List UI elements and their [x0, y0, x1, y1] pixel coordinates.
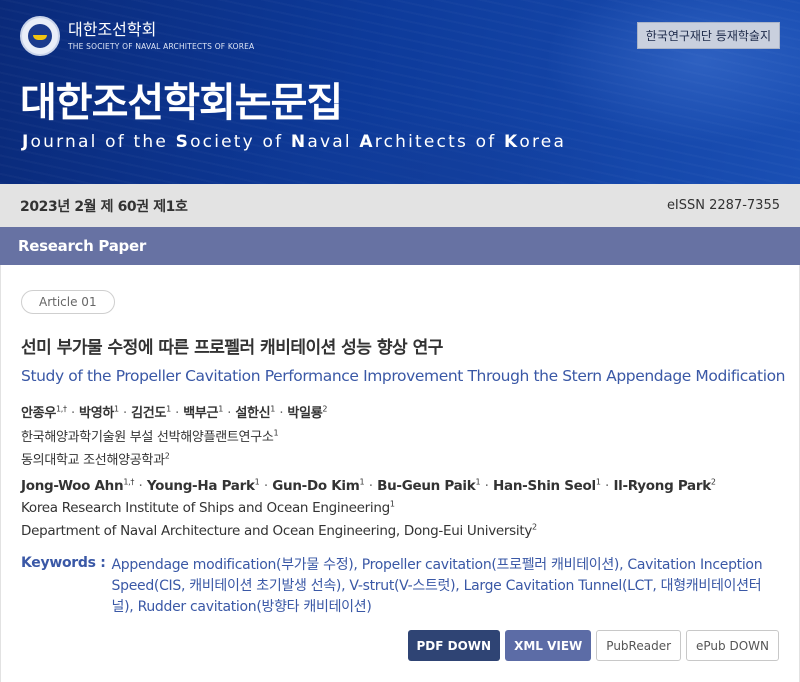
authors-en: Jong-Woo Ahn1,† · Young-Ha Park1 · Gun-D… — [21, 478, 716, 494]
accreditation-badge: 한국연구재단 등재학술지 — [636, 22, 780, 49]
author-name[interactable]: 백부근 — [183, 406, 218, 421]
author-name[interactable]: 박영하 — [79, 406, 114, 421]
journal-title-word: rchitects of — [374, 132, 504, 152]
author-affiliation-mark: 2 — [710, 477, 716, 487]
author-name[interactable]: Bu-Geun Paik — [377, 478, 476, 494]
author-separator: · — [263, 478, 268, 494]
author-name[interactable]: 안종우 — [21, 406, 56, 421]
pubreader-button[interactable]: PubReader — [596, 630, 682, 661]
xml-view-button[interactable]: XML VIEW — [505, 630, 592, 661]
author-name[interactable]: 박일룡 — [287, 406, 322, 421]
download-buttons: PDF DOWN XML VIEW PubReader ePub DOWN — [407, 630, 779, 661]
author-name[interactable]: Young-Ha Park — [147, 478, 255, 494]
author-affiliation-mark: 1,† — [123, 477, 135, 487]
author-separator: · — [279, 406, 284, 421]
society-name-en: THE SOCIETY OF NAVAL ARCHITECTS OF KOREA — [68, 42, 255, 51]
keyword-item[interactable]: Appendage modification(부가물 수정), — [112, 557, 362, 573]
author-separator: · — [368, 478, 373, 494]
society-seal-icon — [20, 16, 60, 56]
journal-header: 대한조선학회 THE SOCIETY OF NAVAL ARCHITECTS O… — [0, 0, 800, 184]
author-name[interactable]: 김건도 — [131, 406, 166, 421]
affiliation-en-2: Department of Naval Architecture and Oce… — [21, 522, 537, 539]
author-affiliation-mark: 1 — [359, 477, 365, 487]
author-affiliation-mark: 1 — [166, 404, 171, 414]
authors-kr: 안종우1,† · 박영하1 · 김건도1 · 백부근1 · 설한신1 · 박일룡… — [21, 402, 327, 421]
section-heading: Research Paper — [0, 227, 800, 265]
issue-label: 2023년 2월 제 60권 제1호 — [20, 198, 188, 215]
affiliation-kr-2: 동의대학교 조선해양공학과2 — [21, 451, 170, 468]
author-separator: · — [175, 406, 179, 421]
author-affiliation-mark: 1 — [114, 404, 119, 414]
article-title-en[interactable]: Study of the Propeller Cavitation Perfor… — [21, 367, 786, 385]
journal-title-word: orea — [519, 132, 567, 152]
article-number-badge: Article 01 — [21, 290, 115, 314]
author-name[interactable]: Gun-Do Kim — [272, 478, 360, 494]
author-name[interactable]: 설한신 — [235, 406, 270, 421]
author-separator: · — [123, 406, 127, 421]
journal-title-en: Journal of the Society of Naval Architec… — [22, 132, 566, 152]
author-affiliation-mark: 1 — [475, 477, 481, 487]
author-separator: · — [70, 406, 75, 421]
author-affiliation-mark: 2 — [322, 404, 328, 414]
affiliation-en-1: Korea Research Institute of Ships and Oc… — [21, 499, 395, 516]
author-name[interactable]: Han-Shin Seol — [493, 478, 596, 494]
issue-info-bar: 2023년 2월 제 60권 제1호 eISSN 2287-7355 — [0, 184, 800, 227]
keyword-item[interactable]: V-strut(V-스트럿), — [349, 578, 463, 594]
pdf-download-button[interactable]: PDF DOWN — [407, 630, 501, 661]
author-separator: · — [138, 478, 143, 494]
affiliation-kr-1: 한국해양과학기술원 부설 선박해양플랜트연구소1 — [21, 428, 279, 445]
keyword-item[interactable]: Rudder cavitation(방향타 캐비테이션) — [138, 599, 372, 615]
author-separator: · — [227, 406, 232, 421]
author-separator: · — [484, 478, 489, 494]
keyword-item[interactable]: Propeller cavitation(프로펠러 캐비테이션), — [362, 557, 628, 573]
journal-title-cap: K — [504, 132, 520, 152]
journal-title-cap: N — [290, 132, 308, 152]
society-name-kr: 대한조선학회 — [68, 20, 157, 39]
journal-title-cap: J — [22, 132, 31, 152]
author-affiliation-mark: 1 — [218, 404, 223, 414]
author-affiliation-mark: 1 — [254, 477, 260, 487]
journal-title-word: aval — [307, 132, 360, 152]
author-name[interactable]: Jong-Woo Ahn — [21, 478, 124, 494]
keywords-label: Keywords : — [21, 555, 106, 571]
journal-title-kr: 대한조선학회논문집 — [20, 80, 343, 126]
eissn-label: eISSN 2287-7355 — [666, 198, 780, 213]
journal-title-word: ociety of — [190, 132, 291, 152]
keywords-block: Keywords : Appendage modification(부가물 수정… — [21, 555, 781, 618]
author-separator: · — [605, 478, 610, 494]
author-name[interactable]: Il-Ryong Park — [613, 478, 711, 494]
keywords-list: Appendage modification(부가물 수정), Propelle… — [112, 555, 776, 618]
journal-title-word: ournal of the — [30, 132, 176, 152]
epub-download-button[interactable]: ePub DOWN — [686, 630, 779, 661]
article-title-kr[interactable]: 선미 부가물 수정에 따른 프로펠러 캐비테이션 성능 향상 연구 — [21, 333, 443, 358]
journal-title-cap: S — [175, 132, 191, 152]
article-card: Article 01 선미 부가물 수정에 따른 프로펠러 캐비테이션 성능 향… — [0, 265, 800, 682]
author-affiliation-mark: 1 — [595, 477, 601, 487]
author-affiliation-mark: 1,† — [55, 404, 67, 414]
author-affiliation-mark: 1 — [270, 404, 276, 414]
society-logo-block[interactable]: 대한조선학회 THE SOCIETY OF NAVAL ARCHITECTS O… — [20, 16, 254, 56]
journal-title-cap: A — [359, 132, 375, 152]
